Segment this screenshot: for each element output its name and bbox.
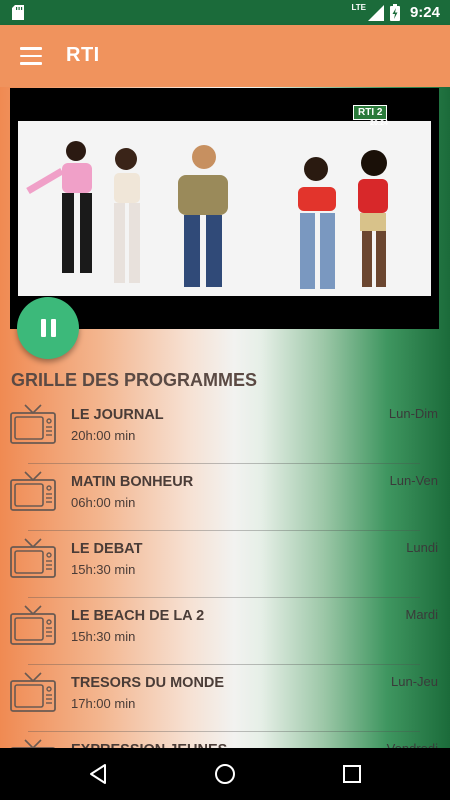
program-duration: 15h:30 min — [71, 629, 136, 644]
program-days: Mardi — [405, 607, 438, 622]
program-name: TRESORS DU MONDE — [71, 675, 225, 691]
channel-logo: RTI 2 20:24 — [353, 102, 405, 128]
tv-icon — [10, 738, 56, 748]
program-item[interactable]: LE DEBAT 15h:30 min Lundi — [0, 531, 450, 598]
tv-icon — [10, 403, 56, 445]
program-duration: 20h:00 min — [71, 428, 136, 443]
status-bar: LTE 9:24 — [0, 0, 450, 25]
tv-icon — [10, 604, 56, 646]
tv-icon — [10, 671, 56, 713]
program-duration: 17h:00 min — [71, 696, 136, 711]
clock: 9:24 — [409, 4, 440, 21]
video-frame-image — [18, 121, 431, 296]
program-name: LE BEACH DE LA 2 — [71, 608, 205, 624]
program-days: Lundi — [406, 540, 438, 555]
section-title: GRILLE DES PROGRAMMES — [11, 370, 258, 390]
program-name: LE JOURNAL — [71, 407, 164, 423]
program-name: MATIN BONHEUR — [71, 474, 194, 490]
tv-icon — [10, 537, 56, 579]
main-content: RTI 2 20:24 GRILLE DES PROGRAMMES LE JOU… — [0, 87, 450, 748]
program-duration: 06h:00 min — [71, 495, 136, 510]
back-icon[interactable] — [86, 762, 110, 786]
battery-charging-icon — [389, 4, 400, 21]
program-days: Vendredi — [387, 741, 438, 748]
program-days: Lun-Jeu — [391, 674, 438, 689]
video-player[interactable]: RTI 2 20:24 — [10, 88, 439, 329]
tv-icon — [10, 470, 56, 512]
video-picture — [18, 121, 431, 296]
program-duration: 15h:30 min — [71, 562, 136, 577]
navigation-bar — [0, 748, 450, 800]
program-item[interactable]: LE JOURNAL 20h:00 min Lun-Dim — [0, 397, 450, 464]
program-list: LE JOURNAL 20h:00 min Lun-Dim MATIN BONHEUR… — [0, 397, 450, 748]
pause-icon — [40, 319, 56, 337]
program-item[interactable]: TRESORS DU MONDE 17h:00 min Lun-Jeu — [0, 665, 450, 732]
program-days: Lun-Ven — [389, 473, 438, 488]
program-name: LE DEBAT — [71, 541, 143, 557]
pause-button[interactable] — [17, 297, 79, 359]
recents-icon[interactable] — [340, 762, 364, 786]
sd-card-icon — [12, 5, 24, 20]
app-bar: RTI — [0, 25, 450, 87]
hamburger-menu-icon[interactable] — [20, 47, 42, 65]
home-icon[interactable] — [213, 762, 237, 786]
program-item[interactable]: MATIN BONHEUR 06h:00 min Lun-Ven — [0, 464, 450, 531]
signal-icon — [367, 4, 384, 21]
app-title: RTI — [66, 44, 100, 66]
program-item[interactable]: LE BEACH DE LA 2 15h:30 min Mardi — [0, 598, 450, 665]
network-type: LTE — [351, 3, 366, 12]
program-item[interactable]: EXPRESSION JEUNESVendredi — [0, 732, 450, 748]
program-days: Lun-Dim — [388, 406, 438, 421]
